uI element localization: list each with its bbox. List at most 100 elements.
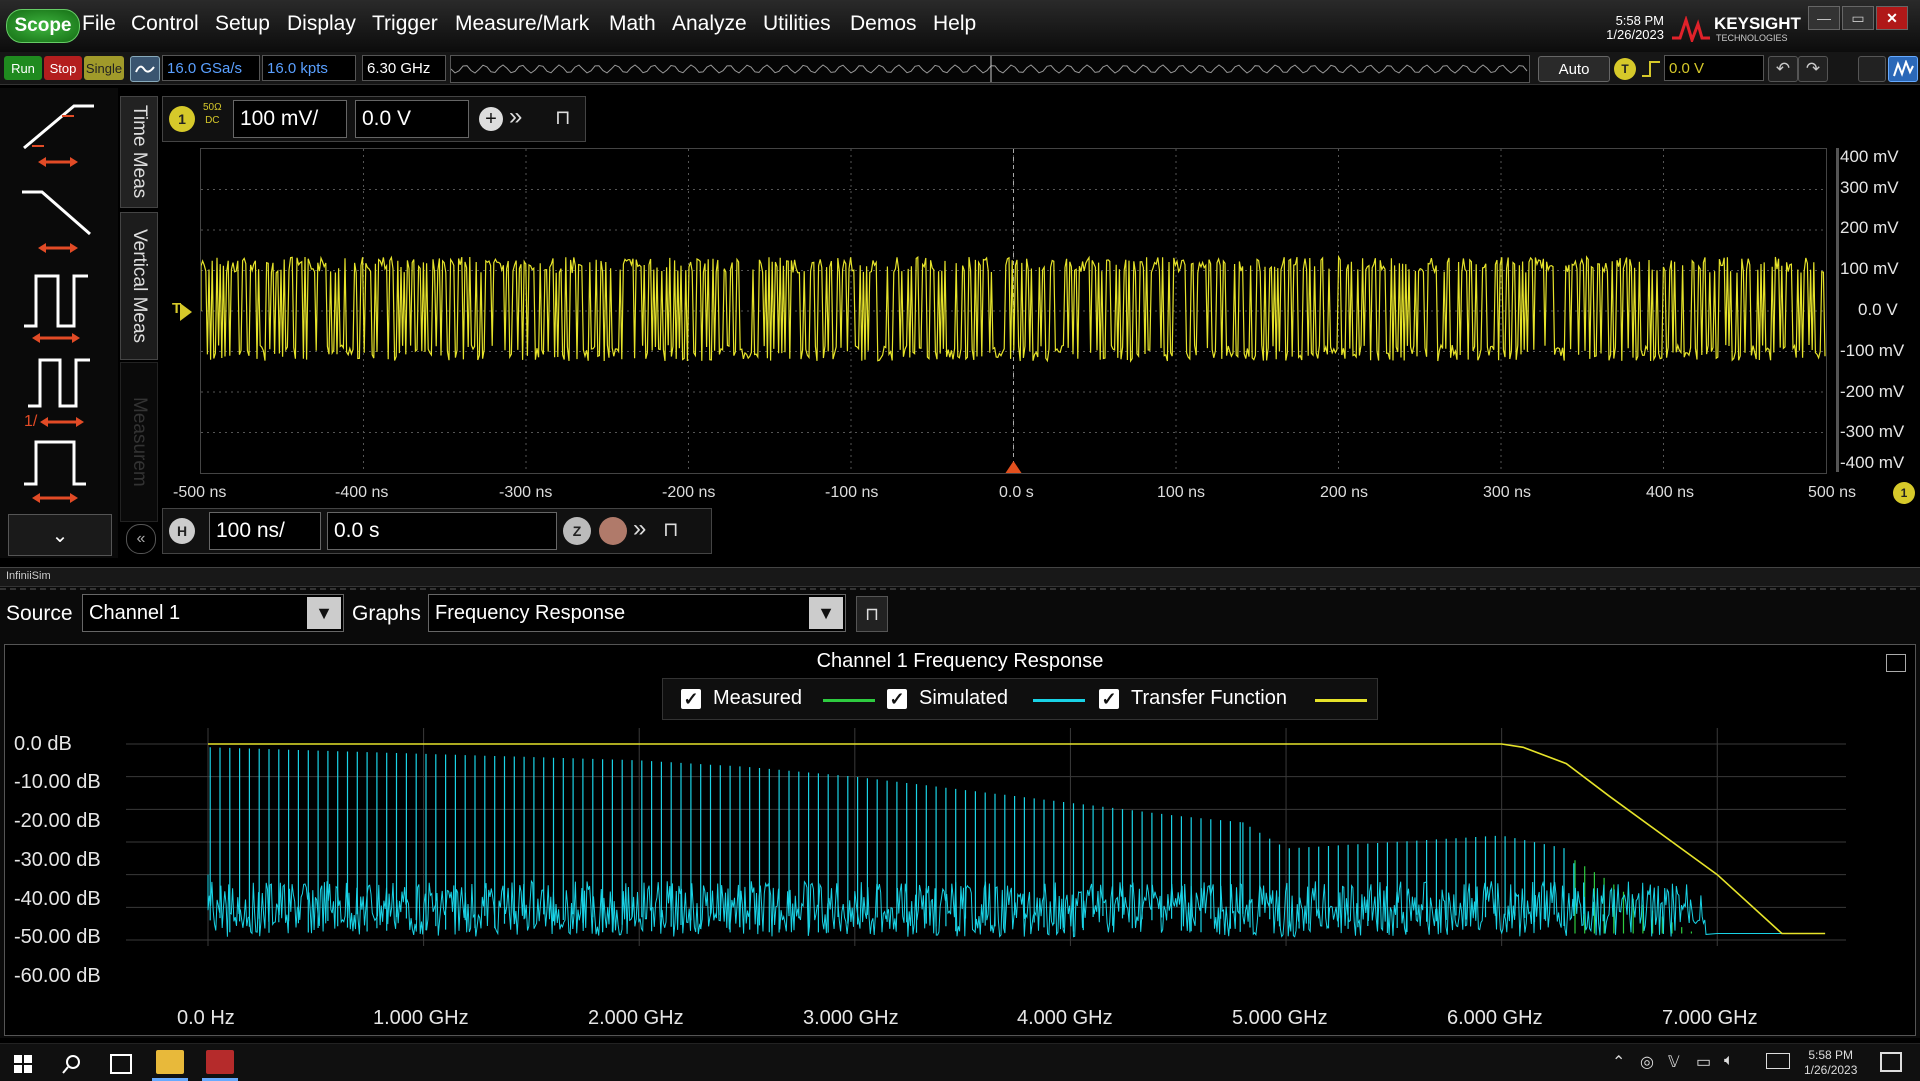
file-explorer-icon[interactable] <box>156 1050 184 1074</box>
fall-time-icon[interactable] <box>14 184 100 264</box>
x-tick-4ghz: 4.000 GHz <box>1017 1007 1113 1029</box>
chevron-down-icon[interactable]: ▼ <box>307 597 341 629</box>
taskbar-clock[interactable]: 5:58 PM 1/26/2023 <box>1804 1048 1857 1078</box>
coupling-indicator[interactable]: 50Ω DC <box>203 101 222 127</box>
menu-display[interactable]: Display <box>287 12 356 36</box>
source-dropdown[interactable]: Channel 1 ▼ <box>82 594 344 632</box>
legend-transfer-swatch <box>1315 699 1367 702</box>
menu-measure-mark[interactable]: Measure/Mark <box>455 12 589 36</box>
sample-rate-field[interactable]: 16.0 GSa/s <box>162 55 260 81</box>
minimize-icon[interactable]: — <box>1808 6 1840 30</box>
stop-button[interactable]: Stop <box>44 56 82 80</box>
y-tick-30db: -30.00 dB <box>14 849 101 871</box>
horizontal-badge[interactable]: H <box>169 518 195 544</box>
task-view-icon[interactable] <box>110 1054 132 1074</box>
trigger-badge[interactable]: T <box>1614 58 1636 80</box>
autoscale-icon[interactable] <box>1888 56 1918 82</box>
measured-checkbox[interactable]: ✓ <box>681 689 701 709</box>
scope-logo-button[interactable]: Scope <box>6 9 80 43</box>
vertical-offset-field[interactable]: 0.0 V <box>355 100 469 138</box>
x-tick-3ghz: 3.000 GHz <box>803 1007 899 1029</box>
trigger-mode-button[interactable]: Auto <box>1538 56 1610 82</box>
acquisition-icon[interactable] <box>130 56 160 82</box>
redo-icon[interactable]: ↷ <box>1798 56 1828 82</box>
x-label-neg300: -300 ns <box>499 484 553 501</box>
legend-simulated: Simulated <box>919 687 1008 709</box>
y-tick-10db: -10.00 dB <box>14 771 101 793</box>
channel-1-marker[interactable]: 1 <box>1893 482 1915 504</box>
volume-icon[interactable]: 🔈︎ <box>1724 1052 1734 1070</box>
scope-app-icon[interactable] <box>206 1050 234 1074</box>
run-button[interactable]: Run <box>4 56 42 80</box>
expand-horizontal-icon[interactable]: » <box>633 515 646 543</box>
tab-vertical-meas[interactable]: Vertical Meas <box>120 212 158 360</box>
notifications-icon[interactable] <box>1880 1052 1902 1072</box>
tab-measurements[interactable]: Measurem <box>120 362 158 522</box>
tab-time-meas[interactable]: Time Meas <box>120 96 158 208</box>
rising-edge-icon[interactable] <box>1640 58 1662 80</box>
time-scale-field[interactable]: 100 ns/ <box>209 512 321 550</box>
maximize-icon[interactable]: ▭ <box>1842 6 1874 30</box>
waveform-overview[interactable] <box>450 55 1530 83</box>
maximize-chart-icon[interactable] <box>1886 654 1906 672</box>
add-icon[interactable]: + <box>479 107 503 131</box>
rise-time-icon[interactable] <box>14 98 100 178</box>
y-label-neg300: -300 mV <box>1840 422 1905 441</box>
keyboard-icon[interactable] <box>1766 1053 1790 1069</box>
x-label-neg400: -400 ns <box>335 484 389 501</box>
pin-icon[interactable]: ⊓ <box>555 105 571 130</box>
expand-icon[interactable]: » <box>509 103 522 131</box>
frequency-response-plot[interactable] <box>126 724 1886 974</box>
transfer-function-checkbox[interactable]: ✓ <box>1099 689 1119 709</box>
undo-icon[interactable]: ↶ <box>1768 56 1798 82</box>
vertical-scale-field[interactable]: 100 mV/ <box>233 100 347 138</box>
menu-math[interactable]: Math <box>609 12 656 36</box>
menu-analyze[interactable]: Analyze <box>672 12 747 36</box>
collapse-panel-icon[interactable]: « <box>126 524 156 554</box>
tray-app-icon[interactable]: ◎ <box>1640 1052 1654 1072</box>
x-tick-6ghz: 6.000 GHz <box>1447 1007 1543 1029</box>
channel-1-badge[interactable]: 1 <box>169 106 195 132</box>
close-icon[interactable]: ✕ <box>1876 6 1908 30</box>
frequency-icon[interactable]: 1/ <box>14 350 100 430</box>
menu-control[interactable]: Control <box>131 12 199 36</box>
pin-panel-icon[interactable]: ⊓ <box>856 596 888 632</box>
memory-depth-field[interactable]: 16.0 kpts <box>262 55 356 81</box>
single-button[interactable]: Single <box>84 56 124 80</box>
coupling-label: DC <box>205 115 220 126</box>
trigger-level-field[interactable]: 0.0 V <box>1664 55 1764 81</box>
menu-utilities[interactable]: Utilities <box>763 12 831 36</box>
clock: 5:58 PM 1/26/2023 <box>1606 14 1664 42</box>
graphs-dropdown[interactable]: Frequency Response ▼ <box>428 594 846 632</box>
windows-start-icon[interactable] <box>14 1055 32 1073</box>
menu-demos[interactable]: Demos <box>850 12 917 36</box>
menu-help[interactable]: Help <box>933 12 976 36</box>
period-icon[interactable] <box>14 266 100 346</box>
pin-horizontal-icon[interactable]: ⊓ <box>663 517 679 542</box>
bandwidth-field[interactable]: 6.30 GHz <box>362 55 446 81</box>
y-label-neg400: -400 mV <box>1840 453 1905 472</box>
simulated-checkbox[interactable]: ✓ <box>887 689 907 709</box>
network-icon[interactable]: ▭ <box>1696 1052 1711 1072</box>
tray-keysight-icon[interactable]: 𝕍 <box>1668 1052 1680 1072</box>
scroll-down-icon[interactable]: ⌄ <box>8 514 112 556</box>
taskbar-time: 5:58 PM <box>1808 1048 1854 1062</box>
legend-simulated-swatch <box>1033 699 1085 702</box>
waveform-display[interactable] <box>200 148 1827 474</box>
zoom-badge[interactable]: Z <box>563 517 591 545</box>
channel-1-trace <box>200 254 1826 363</box>
time-position-field[interactable]: 0.0 s <box>327 512 557 550</box>
overview-trace <box>450 56 1528 82</box>
search-icon[interactable] <box>62 1054 82 1074</box>
touch-icon[interactable] <box>1858 56 1886 82</box>
legend-transfer-function: Transfer Function <box>1131 687 1287 709</box>
menu-setup[interactable]: Setup <box>215 12 270 36</box>
tray-chevron-icon[interactable]: ⌃ <box>1612 1052 1625 1072</box>
menu-trigger[interactable]: Trigger <box>372 12 438 36</box>
pulse-width-icon[interactable] <box>14 432 100 512</box>
ground-marker-icon[interactable] <box>180 303 192 321</box>
navigation-icon[interactable] <box>599 517 627 545</box>
menu-file[interactable]: File <box>82 12 116 36</box>
chevron-down-icon[interactable]: ▼ <box>809 597 843 629</box>
y-label-300: 300 mV <box>1840 178 1899 197</box>
